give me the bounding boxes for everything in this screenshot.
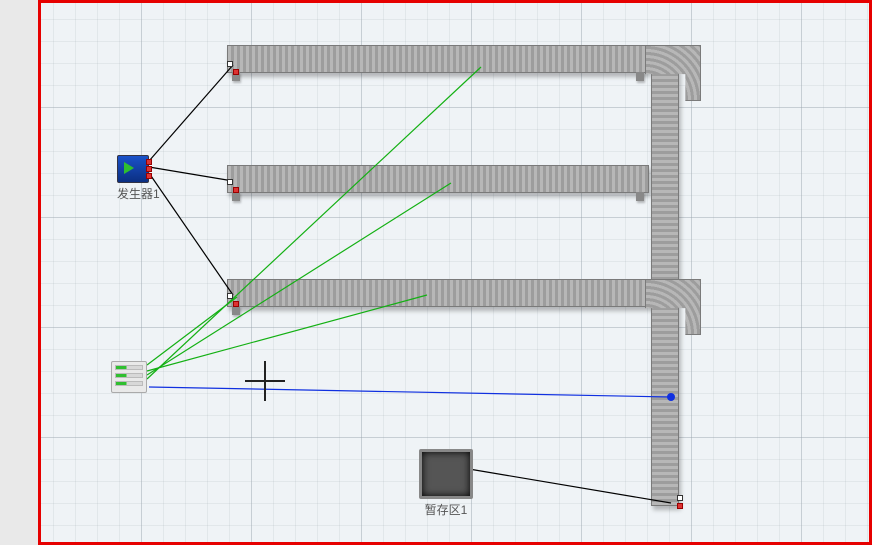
source-icon bbox=[117, 155, 149, 183]
processor-node[interactable] bbox=[111, 361, 147, 395]
port[interactable] bbox=[233, 301, 239, 307]
conveyor-3[interactable] bbox=[227, 279, 675, 307]
port[interactable] bbox=[227, 293, 233, 299]
port[interactable] bbox=[227, 61, 233, 67]
queue-node[interactable]: 暂存区1 bbox=[419, 449, 473, 518]
port[interactable] bbox=[233, 187, 239, 193]
processor-icon bbox=[111, 361, 147, 393]
queue-label: 暂存区1 bbox=[419, 501, 473, 518]
port[interactable] bbox=[233, 69, 239, 75]
ruler-gutter bbox=[0, 0, 39, 545]
conveyor-2[interactable] bbox=[227, 165, 649, 193]
play-icon bbox=[124, 162, 134, 174]
source-label: 发生器1 bbox=[117, 185, 160, 202]
source-node[interactable]: 发生器1 bbox=[117, 155, 160, 202]
model-canvas[interactable]: 发生器1 暂存区1 bbox=[41, 3, 869, 542]
queue-icon bbox=[419, 449, 473, 499]
port[interactable] bbox=[677, 503, 683, 509]
app-root: 发生器1 暂存区1 bbox=[0, 0, 872, 545]
port[interactable] bbox=[227, 179, 233, 185]
port[interactable] bbox=[677, 495, 683, 501]
conveyor-1[interactable] bbox=[227, 45, 649, 73]
selection-frame: 发生器1 暂存区1 bbox=[38, 0, 872, 545]
